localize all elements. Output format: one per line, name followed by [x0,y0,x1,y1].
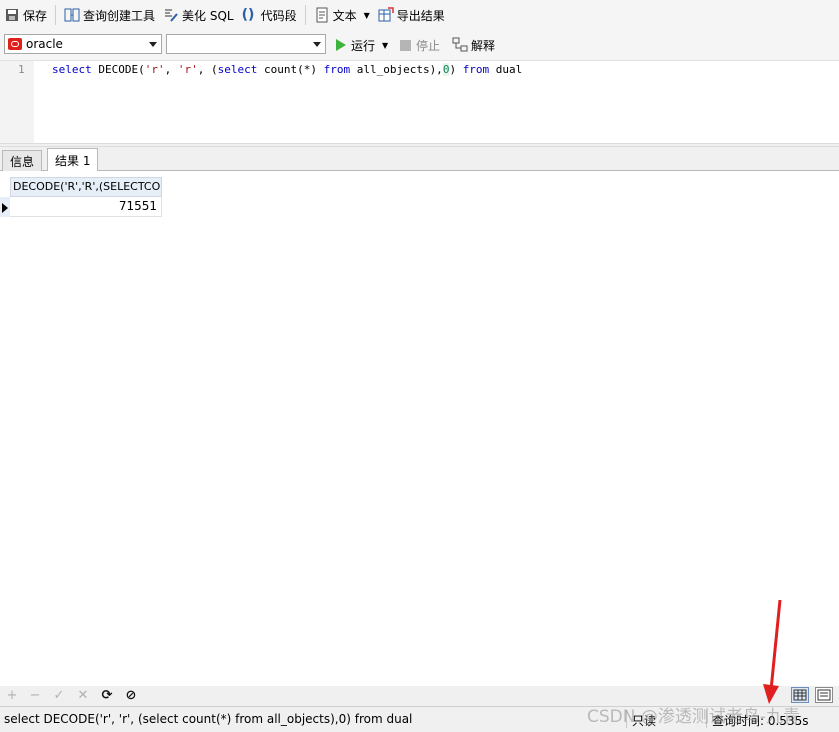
toolbar-divider [55,5,57,25]
database-select[interactable] [166,34,326,54]
delete-record-button[interactable]: − [27,688,43,704]
sql-code-line[interactable]: select DECODE('r', 'r', (select count(*)… [52,63,522,76]
chevron-down-icon: ▼ [363,10,370,20]
document-icon [314,7,330,23]
add-record-button[interactable]: + [4,688,20,704]
sql-text: ) [449,63,463,76]
save-icon [4,7,20,23]
connection-select[interactable]: oracle [4,34,162,54]
beautify-icon [163,7,179,23]
sql-keyword: from [323,63,351,76]
snippet-label: 代码段 [260,8,297,23]
main-toolbar: 保存 查询创建工具 美化 SQL () 代码段 文本 ▼ 导出结果 [0,0,839,30]
text-label: 文本 [332,8,357,23]
watermark: CSDN @渗透测试老鸟-九青 [587,707,801,727]
discard-changes-button[interactable]: ✕ [75,688,91,704]
query-builder-icon [64,7,80,23]
tab-info[interactable]: 信息 [2,150,43,171]
oracle-icon [8,38,22,50]
stop-label: 停止 [416,38,441,53]
form-view-icon [817,689,831,701]
tab-result-label: 结果 1 [55,153,91,168]
stop-button[interactable]: 停止 [396,32,444,58]
grid-view-button[interactable] [791,687,809,703]
sql-text: count(*) [257,63,324,76]
sql-text: all_objects), [350,63,443,76]
sql-keyword: select [217,63,258,76]
sql-text: DECODE( [91,63,145,76]
cell-value: 71551 [118,199,157,213]
grid-view-icon [793,689,807,701]
save-label: 保存 [23,8,48,23]
line-gutter: 1 [0,61,34,143]
text-mode-button[interactable]: 文本 ▼ [310,2,374,28]
form-view-button[interactable] [815,687,833,703]
toolbar-divider [304,5,306,25]
tab-info-label: 信息 [10,154,35,169]
chevron-down-icon: ▼ [382,40,389,50]
line-number: 1 [18,63,25,76]
sql-string: 'r' [177,63,198,76]
table-cell[interactable]: 71551 [10,197,162,217]
chevron-down-icon [313,42,321,47]
apply-changes-button[interactable]: ✓ [51,688,67,704]
connection-toolbar: oracle 运行 ▼ 停止 解释 [0,30,839,61]
sql-keyword: from [462,63,490,76]
run-label: 运行 [351,38,376,53]
chevron-down-icon [149,42,157,47]
beautify-sql-button[interactable]: 美化 SQL [159,2,238,28]
row-indicator[interactable] [0,197,10,217]
sql-text: , ( [197,63,218,76]
sql-keyword: select [52,63,92,76]
run-button[interactable]: 运行 ▼ [332,32,392,58]
column-header[interactable]: DECODE('R','R',(SELECTCOUNT(*)FROMALL_OB… [10,177,162,197]
tab-result-1[interactable]: 结果 1 [47,148,99,171]
stop-icon [400,39,411,51]
export-label: 导出结果 [396,8,445,23]
explain-button[interactable]: 解释 [448,32,499,58]
save-button[interactable]: 保存 [0,2,51,28]
code-snippet-button[interactable]: () 代码段 [238,2,301,28]
explain-icon [452,37,468,53]
connection-value: oracle [26,37,63,51]
stop-refresh-button[interactable]: ⊘ [123,688,139,704]
status-sql-text: select DECODE('r', 'r', (select count(*)… [4,712,413,726]
explain-label: 解释 [471,38,496,53]
play-icon [336,39,346,51]
code-snippet-icon: () [241,7,255,23]
sql-editor[interactable]: 1 select DECODE('r', 'r', (select count(… [0,61,839,143]
export-icon [378,7,394,23]
refresh-button[interactable]: ⟳ [99,688,115,704]
sql-string: 'r' [144,63,165,76]
column-header-label: DECODE('R','R',(SELECTCOUNT(*)FROMALL_OB… [13,180,161,193]
query-builder-button[interactable]: 查询创建工具 [60,2,159,28]
sql-text: , [164,63,178,76]
result-tabs: 信息 结果 1 [0,147,839,171]
beautify-label: 美化 SQL [182,8,234,23]
export-results-button[interactable]: 导出结果 [374,2,449,28]
sql-text: dual [489,63,523,76]
query-builder-label: 查询创建工具 [83,8,156,23]
